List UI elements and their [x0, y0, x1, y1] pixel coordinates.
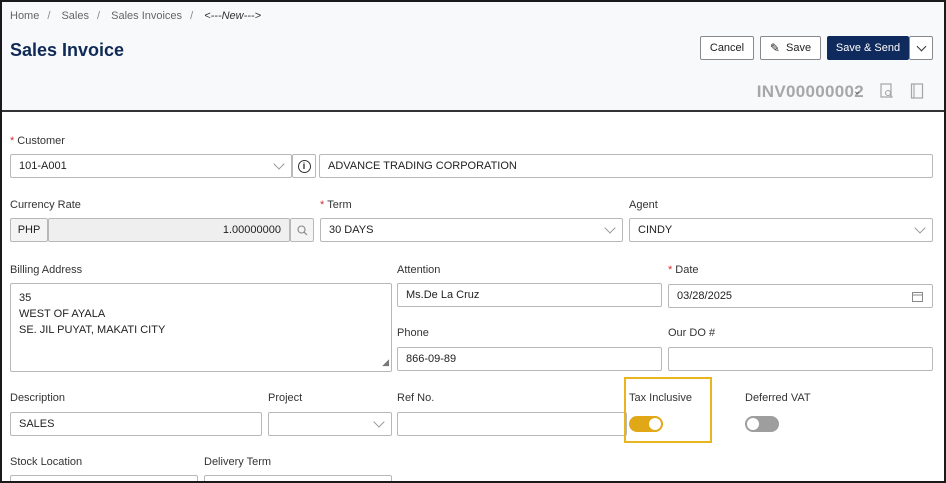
currency-code-value: PHP	[17, 224, 41, 236]
bookmark-icon[interactable]	[910, 83, 924, 102]
ref-no-field[interactable]	[397, 412, 627, 436]
agent-select[interactable]: CINDY	[629, 218, 933, 242]
phone-field[interactable]: 866-09-89	[397, 347, 662, 371]
billing-line-2: WEST OF AYALA	[19, 308, 106, 320]
agent-label: Agent	[629, 199, 658, 211]
billing-line-3: SE. JIL PUYAT, MAKATI CITY	[19, 324, 166, 336]
cancel-label: Cancel	[709, 42, 745, 54]
deferred-vat-toggle[interactable]	[745, 416, 779, 432]
save-send-label: Save & Send	[835, 42, 901, 54]
tax-inclusive-highlight	[624, 377, 712, 443]
breadcrumb-sales[interactable]: Sales	[61, 10, 89, 22]
billing-line-1: 35	[19, 292, 32, 304]
chevron-down-icon	[373, 416, 385, 428]
date-field[interactable]: 03/28/2025	[668, 284, 933, 308]
attention-field[interactable]: Ms.De La Cruz	[397, 283, 662, 307]
term-value: 30 DAYS	[329, 224, 374, 236]
attention-label: Attention	[397, 264, 441, 276]
term-select[interactable]: 30 DAYS	[320, 218, 623, 242]
chevron-down-icon	[273, 158, 285, 170]
pencil-icon: ✎	[769, 41, 780, 55]
currency-search-button[interactable]	[290, 218, 314, 242]
info-icon: i	[297, 159, 311, 173]
delivery-term-field[interactable]	[204, 475, 392, 481]
our-do-label: Our DO #	[668, 327, 716, 339]
currency-code-field: PHP	[10, 218, 48, 242]
currency-rate-value: 1.00000000	[222, 224, 281, 236]
chevron-down-icon	[916, 41, 926, 51]
preview-document-icon[interactable]	[880, 83, 894, 102]
calendar-icon[interactable]	[912, 291, 923, 302]
customer-code-select[interactable]: 101-A001	[10, 154, 292, 178]
breadcrumb-current: <---New--->	[204, 10, 262, 22]
project-label: Project	[268, 392, 303, 404]
customer-info-button[interactable]: i	[292, 154, 316, 178]
save-button[interactable]: ✎ Save	[760, 36, 821, 60]
cancel-button[interactable]: Cancel	[700, 36, 754, 60]
our-do-field[interactable]	[668, 347, 933, 371]
tax-inclusive-toggle[interactable]	[629, 416, 663, 432]
ref-no-label: Ref No.	[397, 392, 435, 404]
stock-location-label: Stock Location	[10, 456, 83, 468]
app-frame: Home / Sales / Sales Invoices / <---New--->…	[0, 0, 946, 483]
currency-rate-label: Currency Rate	[10, 199, 81, 211]
deferred-vat-label: Deferred VAT	[745, 392, 811, 404]
customer-label: * Customer	[10, 135, 65, 147]
tax-inclusive-label: Tax Inclusive	[629, 392, 692, 404]
project-select[interactable]	[268, 412, 392, 436]
breadcrumb: Home / Sales / Sales Invoices / <---New--->	[10, 10, 262, 22]
save-send-button[interactable]: Save & Send	[827, 36, 909, 60]
agent-value: CINDY	[638, 224, 673, 236]
search-icon	[296, 224, 307, 235]
term-label: * Term	[320, 199, 352, 211]
breadcrumb-sales-invoices[interactable]: Sales Invoices	[111, 10, 182, 22]
date-label: * Date	[668, 264, 699, 276]
invoice-number-chevron-icon[interactable]: ⌄	[853, 86, 861, 97]
date-value: 03/28/2025	[677, 290, 733, 302]
billing-address-label: Billing Address	[10, 264, 83, 276]
toggle-knob	[747, 418, 759, 430]
description-value: SALES	[19, 418, 55, 430]
save-options-dropdown[interactable]	[909, 36, 933, 60]
currency-rate-field: 1.00000000	[48, 218, 290, 242]
toggle-knob	[649, 418, 661, 430]
breadcrumb-home[interactable]: Home	[10, 10, 39, 22]
attention-value: Ms.De La Cruz	[406, 289, 480, 301]
save-label: Save	[785, 42, 812, 54]
customer-name-value: ADVANCE TRADING CORPORATION	[328, 160, 517, 172]
phone-label: Phone	[397, 327, 429, 339]
chevron-down-icon	[914, 222, 926, 234]
customer-name-field[interactable]: ADVANCE TRADING CORPORATION	[319, 154, 933, 178]
description-field[interactable]: SALES	[10, 412, 262, 436]
delivery-term-label: Delivery Term	[204, 456, 272, 468]
page-header: Home / Sales / Sales Invoices / <---New--->…	[2, 2, 944, 112]
resize-handle-icon[interactable]: ◢	[382, 354, 389, 370]
billing-address-textarea[interactable]: 35 WEST OF AYALA SE. JIL PUYAT, MAKATI C…	[10, 283, 392, 372]
description-label: Description	[10, 392, 66, 404]
page-title: Sales Invoice	[10, 40, 125, 60]
stock-location-select[interactable]	[10, 475, 198, 481]
invoice-number: INV00000002	[756, 82, 864, 101]
customer-code-value: 101-A001	[19, 160, 67, 172]
chevron-down-icon	[604, 222, 616, 234]
phone-value: 866-09-89	[406, 353, 457, 365]
